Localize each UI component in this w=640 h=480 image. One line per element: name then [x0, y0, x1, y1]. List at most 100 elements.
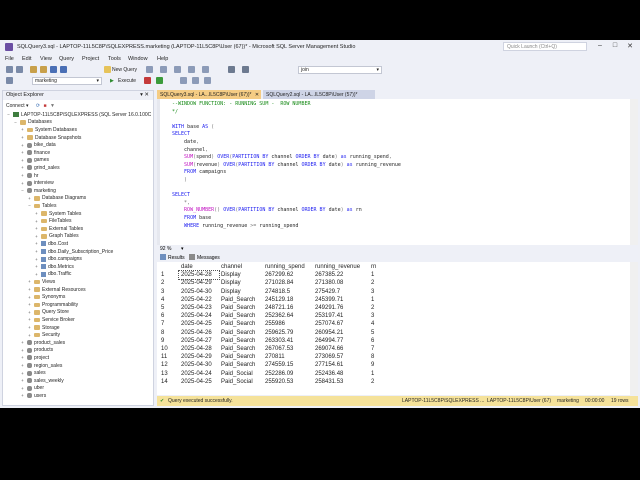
results-grid-icon[interactable]	[204, 77, 211, 84]
expand-icon[interactable]: +	[27, 279, 32, 284]
query-options-icon[interactable]	[192, 77, 199, 84]
tree-node[interactable]: + interview	[20, 179, 54, 187]
table-cell[interactable]: 7	[369, 345, 389, 353]
table-cell[interactable]: 5	[369, 329, 389, 337]
undo-icon[interactable]	[228, 66, 235, 73]
redo-icon[interactable]	[242, 66, 249, 73]
collapse-icon[interactable]: −	[27, 203, 32, 208]
table-cell[interactable]: 2025-04-28	[178, 270, 220, 281]
expand-icon[interactable]: +	[34, 272, 39, 277]
tree-node[interactable]: + System Tables	[34, 210, 81, 218]
column-header[interactable]: rn	[369, 263, 389, 271]
expand-icon[interactable]: +	[20, 348, 25, 353]
expand-icon[interactable]: +	[34, 211, 39, 216]
expand-icon[interactable]: +	[34, 257, 39, 262]
table-cell[interactable]: 255986	[263, 320, 313, 328]
tab-messages[interactable]: Messages	[197, 255, 220, 261]
menu-help[interactable]: Help	[157, 56, 168, 62]
tab-sqlquery2[interactable]: SQLQuery2.sql - LA...IL5C8P\User (57))*	[263, 90, 375, 99]
expand-icon[interactable]: +	[27, 325, 32, 330]
stop-icon[interactable]: ■	[44, 103, 47, 109]
expand-icon[interactable]: +	[20, 165, 25, 170]
analysis-icon[interactable]	[160, 66, 167, 73]
expand-icon[interactable]: +	[20, 143, 25, 148]
menu-edit[interactable]: Edit	[22, 56, 31, 62]
table-cell[interactable]: 267299.62	[263, 271, 313, 279]
table-cell[interactable]: Display	[219, 279, 263, 287]
expand-icon[interactable]: +	[27, 310, 32, 315]
table-row[interactable]: 5 2025-04-23 Paid_Search 248721.16 249291.76…	[159, 304, 389, 312]
table-row[interactable]: 9 2025-04-27 Paid_Search 263303.41 264994.77…	[159, 337, 389, 345]
table-cell[interactable]: 264994.77	[313, 337, 369, 345]
table-cell[interactable]: Display	[219, 288, 263, 296]
table-cell[interactable]: 2025-04-27	[179, 337, 219, 345]
expand-icon[interactable]: +	[20, 393, 25, 398]
table-cell[interactable]: Paid_Search	[219, 329, 263, 337]
table-cell[interactable]: 274818.5	[263, 288, 313, 296]
open-file-icon[interactable]	[40, 66, 47, 73]
dmx-icon[interactable]	[188, 66, 195, 73]
expand-icon[interactable]: +	[20, 173, 25, 178]
tree-node[interactable]: + uber	[20, 385, 44, 393]
tree-node[interactable]: + dbo.Traffic	[34, 271, 71, 279]
expand-icon[interactable]: +	[34, 219, 39, 224]
parse-icon[interactable]	[156, 77, 163, 84]
expand-icon[interactable]: +	[34, 264, 39, 269]
table-cell[interactable]: 2	[369, 378, 389, 386]
table-cell[interactable]: 245129.18	[263, 296, 313, 304]
maximize-icon[interactable]: □	[609, 42, 621, 49]
tree-node[interactable]: + dbo.Metrics	[34, 263, 74, 271]
tree-node[interactable]: − marketing	[20, 187, 56, 195]
table-cell[interactable]: 253197.41	[313, 312, 369, 320]
menu-project[interactable]: Project	[82, 56, 99, 62]
table-row[interactable]: 7 2025-04-25 Paid_Search 255986 257074.67 4	[159, 320, 389, 328]
tree-node[interactable]: + products	[20, 347, 53, 355]
tree-node[interactable]: + FileTables	[34, 217, 71, 225]
table-row[interactable]: 2 2025-04-29 Display 271028.84 271380.08 2	[159, 279, 389, 287]
tree-node[interactable]: + dbo.Cost	[34, 240, 68, 248]
table-cell[interactable]: 252286.09	[263, 369, 313, 377]
table-cell[interactable]: Paid_Social	[219, 369, 263, 377]
chevron-down-icon[interactable]: ▾	[181, 246, 184, 252]
table-cell[interactable]: 3	[369, 312, 389, 320]
table-row[interactable]: 13 2025-04-24 Paid_Social 252286.09 252436.4…	[159, 369, 389, 377]
table-row[interactable]: 1 2025-04-28 Display 267299.62 267385.22 1	[159, 270, 389, 281]
column-header[interactable]: running_revenue	[313, 263, 369, 271]
expand-icon[interactable]: +	[20, 363, 25, 368]
new-query-icon[interactable]	[104, 66, 111, 73]
tree-node[interactable]: + grind_sales	[20, 164, 59, 172]
tree-node[interactable]: + games	[20, 157, 49, 165]
expand-icon[interactable]: +	[20, 150, 25, 155]
execute-button[interactable]: Execute	[118, 78, 136, 84]
tree-node[interactable]: + project	[20, 354, 49, 362]
menu-tools[interactable]: Tools	[108, 56, 121, 62]
save-all-icon[interactable]	[60, 66, 67, 73]
tree-node[interactable]: + sales	[20, 369, 46, 377]
tree-node[interactable]: + Database Diagrams	[27, 195, 86, 203]
table-cell[interactable]: 273069.57	[313, 353, 369, 361]
tree-node[interactable]: + region_sales	[20, 362, 62, 370]
column-header[interactable]: date	[179, 263, 219, 271]
execute-icon[interactable]: ▶	[110, 78, 114, 84]
row-number[interactable]: 13	[159, 369, 179, 377]
mdx-icon[interactable]	[174, 66, 181, 73]
refresh-icon[interactable]: ⟳	[36, 103, 40, 109]
table-cell[interactable]: 257074.67	[313, 320, 369, 328]
row-number[interactable]: 14	[159, 378, 179, 386]
table-cell[interactable]: 2025-04-29	[179, 353, 219, 361]
menu-view[interactable]: View	[40, 56, 52, 62]
tree-node[interactable]: + Security	[27, 331, 60, 339]
tree-node[interactable]: + hr	[20, 172, 38, 180]
expand-icon[interactable]: +	[27, 333, 32, 338]
table-cell[interactable]: 6	[369, 337, 389, 345]
expand-icon[interactable]: +	[27, 302, 32, 307]
table-cell[interactable]: 252436.48	[313, 369, 369, 377]
display-plan-icon[interactable]	[180, 77, 187, 84]
row-number[interactable]: 2	[159, 279, 179, 287]
save-icon[interactable]	[50, 66, 57, 73]
table-cell[interactable]: 2025-04-29	[179, 279, 219, 287]
table-cell[interactable]: Paid_Search	[219, 361, 263, 369]
table-cell[interactable]: 269074.66	[313, 345, 369, 353]
table-row[interactable]: 3 2025-04-30 Display 274818.5 275429.7 3	[159, 288, 389, 296]
connect-icon[interactable]	[6, 77, 13, 84]
